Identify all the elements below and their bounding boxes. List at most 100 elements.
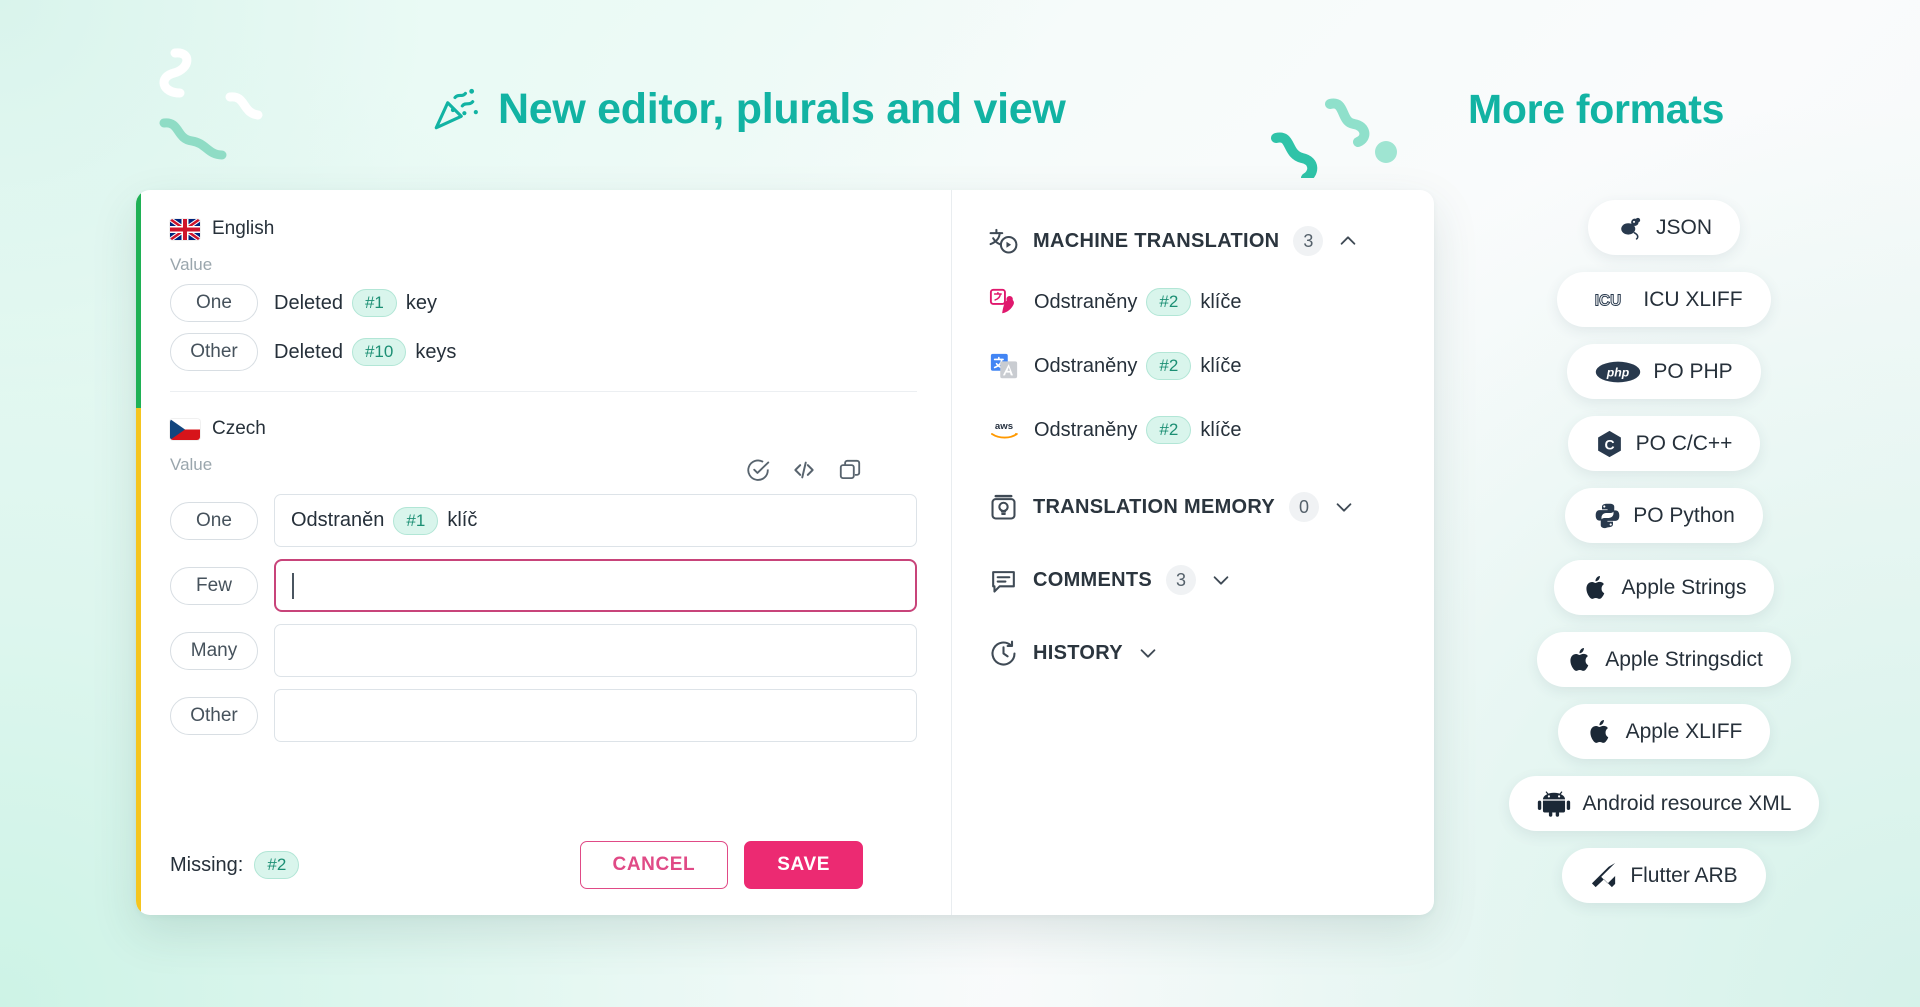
format-chip-po-c-cpp[interactable]: C PO C/C++ xyxy=(1568,416,1761,471)
history-clock-icon xyxy=(988,638,1019,669)
format-chip-android-resource-xml[interactable]: Android resource XML xyxy=(1509,776,1820,831)
formats-section-title: More formats xyxy=(1468,86,1724,133)
cancel-button[interactable]: CANCEL xyxy=(580,841,729,889)
placeholder-chip: #1 xyxy=(393,507,438,535)
comments-title: COMMENTS xyxy=(1033,569,1152,592)
apple-icon xyxy=(1586,718,1614,746)
translation-memory-icon xyxy=(988,492,1019,523)
mt-suggestion-aws[interactable]: aws Odstraněny #2 klíče xyxy=(988,398,1404,462)
mt-suffix: klíče xyxy=(1200,355,1241,378)
format-label: Android resource XML xyxy=(1583,792,1792,816)
format-chip-po-php[interactable]: php PO PHP xyxy=(1567,344,1760,399)
translation-input-one[interactable]: Odstraněn #1 klíč xyxy=(274,494,917,547)
save-button[interactable]: SAVE xyxy=(744,841,863,889)
svg-text:aws: aws xyxy=(995,421,1013,432)
mouse-json-icon xyxy=(1616,214,1644,242)
svg-text:ICU: ICU xyxy=(1595,292,1621,309)
mt-suggestion-text: Odstraněny #2 klíče xyxy=(1034,416,1241,444)
deepl-icon xyxy=(988,286,1020,318)
format-label: ICU XLIFF xyxy=(1643,288,1742,312)
history-header[interactable]: HISTORY xyxy=(988,630,1404,676)
translation-input-many[interactable] xyxy=(274,624,917,677)
footer-buttons: CANCEL SAVE xyxy=(580,841,864,889)
chevron-down-icon[interactable] xyxy=(1210,569,1232,591)
source-plural-text-other: Deleted #10 keys xyxy=(274,338,456,366)
format-chip-apple-strings[interactable]: Apple Strings xyxy=(1554,560,1775,615)
flutter-icon xyxy=(1590,862,1618,890)
source-text-suffix: key xyxy=(406,292,437,315)
translation-input-other[interactable] xyxy=(274,689,917,742)
format-label: Apple XLIFF xyxy=(1626,720,1743,744)
chevron-down-icon[interactable] xyxy=(1137,642,1159,664)
python-icon xyxy=(1593,502,1621,530)
placeholder-chip: #10 xyxy=(352,338,406,366)
mt-suggestion-text: Odstraněny #2 klíče xyxy=(1034,288,1241,316)
editor-left-pane: English Value One Deleted #1 key Other D… xyxy=(136,190,952,915)
target-text-suffix: klíč xyxy=(447,509,477,532)
editor-footer: Missing: #2 CANCEL SAVE xyxy=(136,841,951,915)
chevron-down-icon[interactable] xyxy=(1333,496,1355,518)
comment-icon xyxy=(988,565,1019,596)
target-input-row-many: Many xyxy=(170,624,917,677)
plural-tag-many: Many xyxy=(170,632,258,670)
apple-icon xyxy=(1582,574,1610,602)
mt-prefix: Odstraněny xyxy=(1034,419,1137,442)
format-chip-flutter-arb[interactable]: Flutter ARB xyxy=(1562,848,1765,903)
headline-main: New editor, plurals and view xyxy=(430,84,1065,134)
check-circle-icon[interactable] xyxy=(745,457,771,483)
c-lang-icon: C xyxy=(1596,430,1624,458)
format-label: Apple Strings xyxy=(1622,576,1747,600)
plural-tag-other: Other xyxy=(170,697,258,735)
source-value-label: Value xyxy=(170,255,917,275)
mt-suggestion-deepl[interactable]: Odstraněny #2 klíče xyxy=(988,270,1404,334)
format-label: PO PHP xyxy=(1653,360,1732,384)
format-chip-json[interactable]: JSON xyxy=(1588,200,1740,255)
svg-text:C: C xyxy=(1605,436,1615,452)
plural-tag-one: One xyxy=(170,284,258,322)
translation-input-few[interactable] xyxy=(274,559,917,612)
source-text-prefix: Deleted xyxy=(274,341,343,364)
placeholder-chip: #2 xyxy=(1146,352,1191,380)
target-language-block: Czech Value One xyxy=(136,392,951,841)
missing-indicator: Missing: #2 xyxy=(170,851,299,879)
format-label: PO Python xyxy=(1633,504,1735,528)
machine-translation-title: MACHINE TRANSLATION xyxy=(1033,230,1279,253)
translation-memory-header[interactable]: TRANSLATION MEMORY 0 xyxy=(988,484,1404,530)
format-chip-apple-stringsdict[interactable]: Apple Stringsdict xyxy=(1537,632,1791,687)
icu-icon: ICU xyxy=(1585,286,1631,314)
code-brackets-icon[interactable] xyxy=(791,457,817,483)
uk-flag-icon xyxy=(170,219,200,240)
android-icon xyxy=(1537,790,1571,818)
mt-suffix: klíče xyxy=(1200,419,1241,442)
aws-icon: aws xyxy=(988,414,1020,446)
history-title: HISTORY xyxy=(1033,642,1123,665)
machine-translation-header[interactable]: MACHINE TRANSLATION 3 xyxy=(988,218,1404,264)
format-label: Apple Stringsdict xyxy=(1605,648,1763,672)
missing-count-chip: #2 xyxy=(254,851,299,879)
plural-tag-other: Other xyxy=(170,333,258,371)
plural-tag-few: Few xyxy=(170,567,258,605)
format-label: PO C/C++ xyxy=(1636,432,1733,456)
format-chip-apple-xliff[interactable]: Apple XLIFF xyxy=(1558,704,1771,759)
target-value-label: Value xyxy=(170,455,212,475)
svg-text:php: php xyxy=(1606,365,1630,379)
source-text-prefix: Deleted xyxy=(274,292,343,315)
party-popper-icon xyxy=(430,84,480,134)
source-plural-row-one: One Deleted #1 key xyxy=(170,284,917,322)
mt-suggestion-google[interactable]: Odstraněny #2 klíče xyxy=(988,334,1404,398)
target-input-row-other: Other xyxy=(170,689,917,742)
headline-row: New editor, plurals and view More format… xyxy=(0,84,1920,154)
mt-suffix: klíče xyxy=(1200,291,1241,314)
chevron-up-icon[interactable] xyxy=(1337,230,1359,252)
source-text-suffix: keys xyxy=(415,341,456,364)
comments-header[interactable]: COMMENTS 3 xyxy=(988,557,1404,603)
apple-icon xyxy=(1565,646,1593,674)
editor-side-panel: MACHINE TRANSLATION 3 Odstraněny #2 klíč… xyxy=(952,190,1434,915)
format-chip-po-python[interactable]: PO Python xyxy=(1565,488,1763,543)
translation-editor-card: English Value One Deleted #1 key Other D… xyxy=(136,190,1434,915)
copy-icon[interactable] xyxy=(837,457,863,483)
format-chip-icu-xliff[interactable]: ICU ICU XLIFF xyxy=(1557,272,1770,327)
translation-memory-count: 0 xyxy=(1289,492,1319,522)
machine-translation-icon xyxy=(988,226,1019,257)
placeholder-chip: #1 xyxy=(352,289,397,317)
